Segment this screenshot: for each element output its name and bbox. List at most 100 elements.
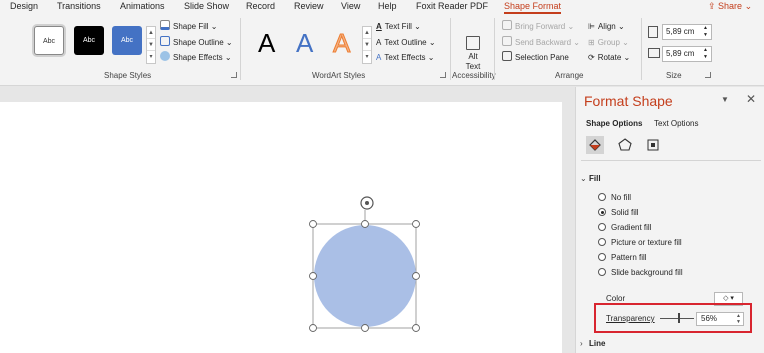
selection-pane-icon [502, 51, 512, 61]
radio-solid-fill[interactable]: Solid fill [598, 208, 639, 220]
effects-icon [160, 51, 170, 61]
text-outline-button[interactable]: A Text Outline ⌄ [376, 36, 436, 50]
radio-button[interactable] [598, 238, 606, 246]
shape-width-field[interactable]: 5,89 cm ▲ ▼ [662, 46, 712, 62]
ribbon-separator [494, 18, 495, 80]
tab-review[interactable]: Review [294, 1, 324, 11]
more-icon[interactable]: ▾ [147, 51, 155, 63]
rotate-handle-icon[interactable] [360, 196, 374, 210]
resize-handle-top-left[interactable] [309, 220, 317, 228]
wordart-gallery-scroll[interactable]: ▲ ▼ ▾ [362, 26, 372, 64]
chevron-down-icon[interactable]: ▼ [363, 39, 371, 51]
alt-text-button[interactable]: Alt Text [458, 36, 488, 72]
line-section-header[interactable]: Line [589, 339, 605, 348]
resize-handle-right[interactable] [412, 272, 420, 280]
wordart-style-blue[interactable]: A [296, 28, 313, 58]
shape-height-field[interactable]: 5,89 cm ▲ ▼ [662, 24, 712, 40]
align-button[interactable]: ⊫ Align ⌄ [588, 20, 625, 34]
rotate-icon: ⟳ [588, 53, 595, 62]
size-properties-tab[interactable] [644, 136, 662, 154]
selection-pane-button[interactable]: Selection Pane [502, 51, 569, 65]
shape-style-white[interactable]: Abc [34, 26, 64, 55]
chevron-up-icon[interactable]: ▲ [147, 27, 155, 39]
tab-design[interactable]: Design [10, 1, 38, 11]
slide-content [309, 196, 420, 332]
shape-outline-button[interactable]: Shape Outline ⌄ [160, 36, 233, 50]
resize-handle-bottom[interactable] [361, 324, 369, 332]
wordart-style-orange[interactable]: A [332, 28, 350, 59]
tab-transitions[interactable]: Transitions [57, 1, 101, 11]
effects-tab[interactable] [616, 136, 634, 154]
chevron-up-icon[interactable]: ▲ [363, 27, 371, 39]
ribbon-separator [641, 18, 642, 80]
pen-icon [160, 36, 170, 46]
chevron-down-icon[interactable]: ▼ [147, 39, 155, 51]
text-effects-button[interactable]: A Text Effects ⌄ [376, 51, 434, 65]
radio-button[interactable] [598, 268, 606, 276]
tab-shape-format[interactable]: Shape Format [504, 1, 561, 11]
radio-picture-texture-fill[interactable]: Picture or texture fill [598, 238, 682, 250]
group-button[interactable]: ⊞ Group ⌄ [588, 36, 629, 50]
radio-button[interactable] [598, 253, 606, 261]
tab-slide-show[interactable]: Slide Show [184, 1, 229, 11]
wordart-style-black[interactable]: A [258, 28, 275, 58]
radio-no-fill[interactable]: No fill [598, 193, 631, 205]
paint-bucket-icon [160, 20, 170, 30]
resize-handle-left[interactable] [309, 272, 317, 280]
resize-handle-top-right[interactable] [412, 220, 420, 228]
group-icon: ⊞ [588, 38, 595, 47]
text-fill-button[interactable]: A Text Fill ⌄ [376, 20, 421, 34]
fill-line-tab[interactable] [586, 136, 604, 154]
circle-shape[interactable] [314, 225, 416, 327]
align-icon: ⊫ [588, 22, 595, 31]
resize-handle-bottom-right[interactable] [412, 324, 420, 332]
tab-animations[interactable]: Animations [120, 1, 165, 11]
chevron-right-icon[interactable]: › [580, 339, 583, 348]
chevron-down-icon[interactable]: ⌄ [580, 174, 587, 183]
slide-canvas[interactable] [0, 102, 562, 353]
pane-options-chevron-icon[interactable]: ▼ [721, 95, 729, 104]
spinner-icon[interactable]: ▲ ▼ [703, 25, 708, 39]
radio-button[interactable] [598, 223, 606, 231]
resize-handle-bottom-left[interactable] [309, 324, 317, 332]
tab-view[interactable]: View [341, 1, 360, 11]
wordart-dialog-launcher[interactable] [440, 72, 446, 78]
tab-record[interactable]: Record [246, 1, 275, 11]
shape-style-gallery: Abc Abc Abc [30, 24, 155, 60]
shape-style-gallery-scroll[interactable]: ▲ ▼ ▾ [146, 26, 156, 64]
bring-forward-button[interactable]: Bring Forward ⌄ [502, 20, 574, 34]
tab-text-options[interactable]: Text Options [654, 119, 698, 128]
radio-button[interactable] [598, 193, 606, 201]
radio-slide-background-fill[interactable]: Slide background fill [598, 268, 683, 280]
radio-pattern-fill[interactable]: Pattern fill [598, 253, 647, 265]
tab-shape-options[interactable]: Shape Options [586, 119, 642, 128]
height-icon [648, 26, 658, 38]
transparency-highlight-box [594, 303, 752, 333]
text-fill-icon: A [376, 22, 382, 31]
fill-section-header[interactable]: Fill [589, 174, 601, 183]
spinner-icon[interactable]: ▲ ▼ [703, 47, 708, 61]
shape-style-blue[interactable]: Abc [112, 26, 142, 55]
shape-style-black[interactable]: Abc [74, 26, 104, 55]
pane-title: Format Shape [584, 93, 673, 109]
share-button[interactable]: ⇪ Share ⌄ [708, 1, 752, 12]
send-backward-button[interactable]: Send Backward ⌄ [502, 36, 580, 50]
rotate-button[interactable]: ⟳ Rotate ⌄ [588, 51, 630, 65]
shape-fill-button[interactable]: Shape Fill ⌄ [160, 20, 218, 34]
text-outline-icon: A [376, 38, 382, 47]
radio-button-selected[interactable] [598, 208, 606, 216]
width-icon [648, 48, 660, 58]
shape-effects-button[interactable]: Shape Effects ⌄ [160, 51, 232, 65]
arrange-group-label: Arrange [555, 71, 584, 80]
chevron-down-icon: ⌄ [742, 1, 753, 11]
color-label: Color [606, 294, 626, 303]
tab-foxit-reader-pdf[interactable]: Foxit Reader PDF [416, 1, 488, 11]
shape-styles-dialog-launcher[interactable] [231, 72, 237, 78]
resize-handle-top[interactable] [361, 220, 369, 228]
tab-help[interactable]: Help [378, 1, 397, 11]
size-dialog-launcher[interactable] [705, 72, 711, 78]
radio-gradient-fill[interactable]: Gradient fill [598, 223, 651, 235]
close-icon[interactable]: ✕ [746, 92, 756, 106]
more-icon[interactable]: ▾ [363, 51, 371, 63]
shape-styles-group-label: Shape Styles [104, 71, 152, 80]
